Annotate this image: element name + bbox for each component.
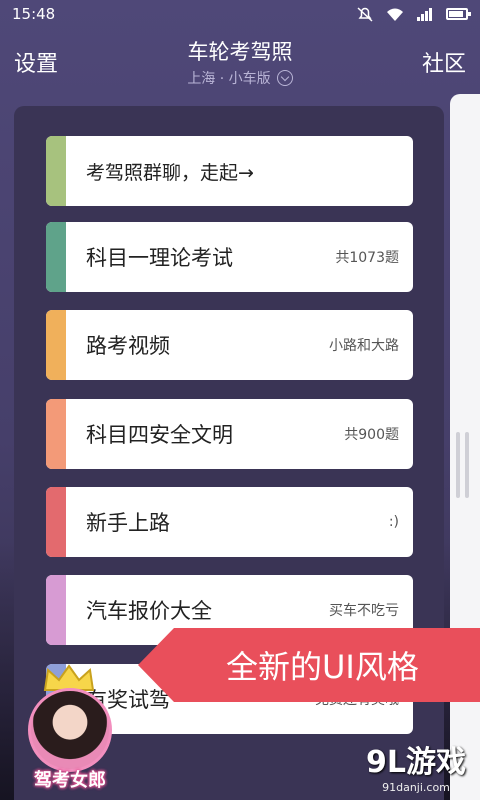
menu-item-meta: 共900题 [344,427,399,443]
promo-banner: 全新的UI风格 [138,628,480,702]
watermark-logo: 9L游戏 [366,745,466,780]
app-title: 车轮考驾照 [187,40,293,64]
menu-item-color-stripe [46,399,66,469]
menu-item-color-stripe [46,222,66,292]
menu-item-color-stripe [46,575,66,645]
menu-item-label: 路考视频 [86,334,170,358]
menu-item-label: 汽车报价大全 [86,599,212,623]
mute-bell-icon [357,7,373,22]
header: 设置 车轮考驾照 上海 · 小车版 社区 [0,28,480,94]
avatar-caption: 驾考女郎 [34,770,106,791]
menu-item-subject-one[interactable]: 科目一理论考试 共1073题 [46,222,413,292]
menu-item-meta: 小路和大路 [329,338,399,354]
region-label: 上海 · 小车版 [187,71,271,87]
drag-handle[interactable] [456,432,469,498]
menu-item-meta: 买车不吃亏 [329,603,399,619]
menu-item-subject-four[interactable]: 科目四安全文明 共900题 [46,399,413,469]
menu-item-meta: :) [388,514,399,530]
avatar-badge: 驾考女郎 [20,660,120,791]
menu-item-label: 科目一理论考试 [86,246,233,270]
status-icons [356,6,471,22]
menu-item-label: 科目四安全文明 [86,423,233,447]
watermark: 9L游戏 91danji.com [366,737,466,794]
menu-item-label: 新手上路 [86,511,170,535]
battery-icon [446,8,471,20]
chevron-down-icon [276,70,293,86]
promo-text: 全新的UI风格 [226,648,419,686]
watermark-url: 91danji.com [382,781,450,794]
avatar [28,688,112,772]
menu-item-meta: 共1073题 [335,250,399,266]
menu-item-color-stripe [46,487,66,557]
wifi-icon [387,8,403,21]
region-selector[interactable]: 上海 · 小车版 [0,68,480,88]
community-button[interactable]: 社区 [422,46,466,78]
status-time: 15:48 [12,5,56,23]
status-bar: 15:48 [0,0,480,28]
menu-item-color-stripe [46,136,66,206]
signal-icon [417,8,432,21]
menu-item-color-stripe [46,310,66,380]
menu-item-label: 考驾照群聊，走起→ [86,161,254,184]
menu-item-new-driver[interactable]: 新手上路 :) [46,487,413,557]
menu-item-group-chat[interactable]: 考驾照群聊，走起→ [46,136,413,206]
menu-item-road-video[interactable]: 路考视频 小路和大路 [46,310,413,380]
